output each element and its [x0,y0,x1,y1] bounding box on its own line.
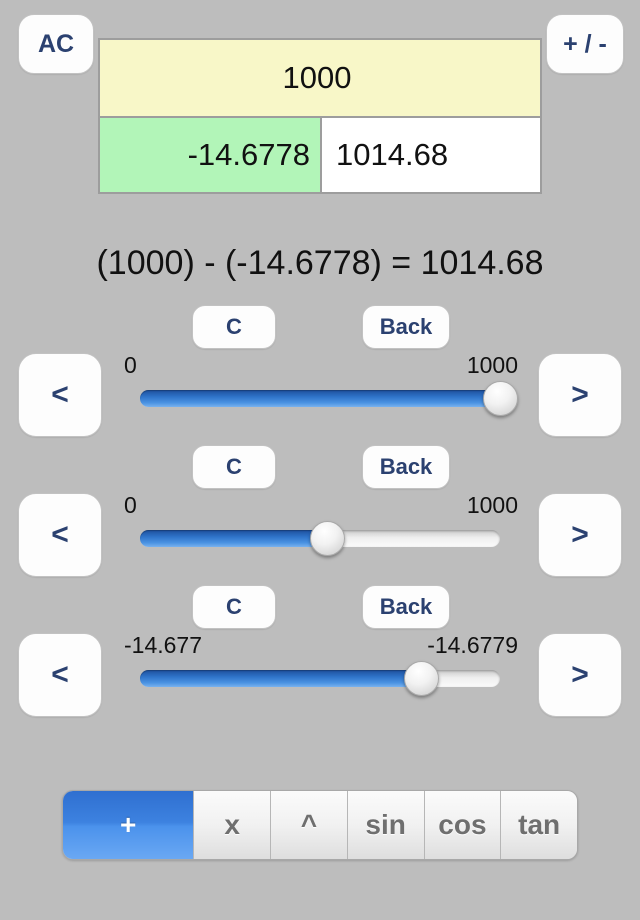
slider-2-max-label: 1000 [466,492,518,518]
operator-segment-plus[interactable]: + [63,791,194,859]
display-lower-row: -14.6778 1014.68 [100,118,540,192]
slider-1-track[interactable] [140,381,518,416]
slider-2-clear-button[interactable]: C [192,445,276,489]
slider-1-increment-button[interactable]: > [538,353,622,437]
chevron-left-icon: < [51,378,69,411]
operator-segment-power[interactable]: ^ [270,791,347,859]
slider-1-row: < 0 1000 > [0,350,640,440]
operator-segment-plus-label: + [119,809,137,840]
slider-1-area: 0 1000 [118,350,522,440]
chevron-left-icon: < [51,658,69,691]
slider-2-thumb[interactable] [310,521,346,556]
slider-3-row: < -14.677 -14.6779 > [0,630,640,720]
display-result-value: 1014.68 [336,137,449,172]
slider-1-clear-label: C [226,314,242,339]
display-operand2-value: -14.6778 [187,137,310,172]
operator-segment-cos[interactable]: cos [423,791,501,859]
slider-3-area: -14.677 -14.6779 [118,630,522,720]
slider-1-min-label: 0 [124,352,137,378]
all-clear-button[interactable]: AC [18,14,94,74]
operator-segment-tan-label: tan [518,809,561,840]
slider-2-back-button[interactable]: Back [362,445,450,489]
chevron-right-icon: > [571,378,589,411]
display-result-cell[interactable]: 1014.68 [322,118,540,192]
slider-2-controls-row: C Back [0,440,640,490]
display-operand2-cell[interactable]: -14.6778 [100,118,320,192]
slider-1-back-label: Back [379,314,433,339]
chevron-right-icon: > [571,518,589,551]
slider-3-decrement-button[interactable]: < [18,633,102,717]
slider-3-fill [140,670,421,687]
operator-segment-power-label: ^ [300,809,318,840]
slider-3-increment-button[interactable]: > [538,633,622,717]
slider-3-clear-button[interactable]: C [192,585,276,629]
operator-segment-multiply[interactable]: x [193,791,271,859]
slider-group-3: C Back < -14.677 -14.6779 > [0,580,640,720]
chevron-left-icon: < [51,518,69,551]
slider-3-back-label: Back [379,594,433,619]
operator-segment-tan[interactable]: tan [500,791,577,859]
slider-3-thumb[interactable] [403,661,439,696]
chevron-right-icon: > [571,658,589,691]
slider-1-back-button[interactable]: Back [362,305,450,349]
slider-2-area: 0 1000 [118,490,522,580]
slider-3-track[interactable] [140,661,500,696]
slider-2-min-label: 0 [124,492,137,518]
slider-3-back-button[interactable]: Back [362,585,450,629]
slider-2-fill [140,530,328,547]
slider-group-2: C Back < 0 1000 > [0,440,640,580]
slider-3-min-label: -14.677 [124,632,203,658]
display-panel: 1000 -14.6778 1014.68 [98,38,542,194]
slider-1-clear-button[interactable]: C [192,305,276,349]
sign-toggle-label: + / - [563,29,607,58]
display-operand1-value: 1000 [282,60,352,95]
slider-3-controls-row: C Back [0,580,640,630]
all-clear-label: AC [37,29,75,58]
slider-2-track[interactable] [140,521,500,556]
operator-segment-sin[interactable]: sin [346,791,424,859]
slider-1-decrement-button[interactable]: < [18,353,102,437]
slider-2-row: < 0 1000 > [0,490,640,580]
operator-segment-cos-label: cos [438,809,487,840]
slider-2-increment-button[interactable]: > [538,493,622,577]
slider-2-back-label: Back [379,454,433,479]
operator-segmented-control[interactable]: + x ^ sin cos tan [62,790,578,860]
operator-segment-multiply-label: x [224,809,240,840]
slider-2-decrement-button[interactable]: < [18,493,102,577]
slider-2-clear-label: C [226,454,242,479]
slider-3-max-label: -14.6779 [427,632,518,658]
slider-1-max-label: 1000 [466,352,518,378]
slider-1-thumb[interactable] [483,381,518,416]
slider-1-controls-row: C Back [0,300,640,350]
slider-group-1: C Back < 0 1000 > [0,300,640,440]
slider-3-clear-label: C [226,594,242,619]
display-operand1-cell[interactable]: 1000 [100,40,540,116]
operator-segment-sin-label: sin [365,809,406,840]
sign-toggle-button[interactable]: + / - [546,14,624,74]
slider-1-fill [140,390,500,407]
equation-text: (1000) - (-14.6778) = 1014.68 [96,244,544,282]
